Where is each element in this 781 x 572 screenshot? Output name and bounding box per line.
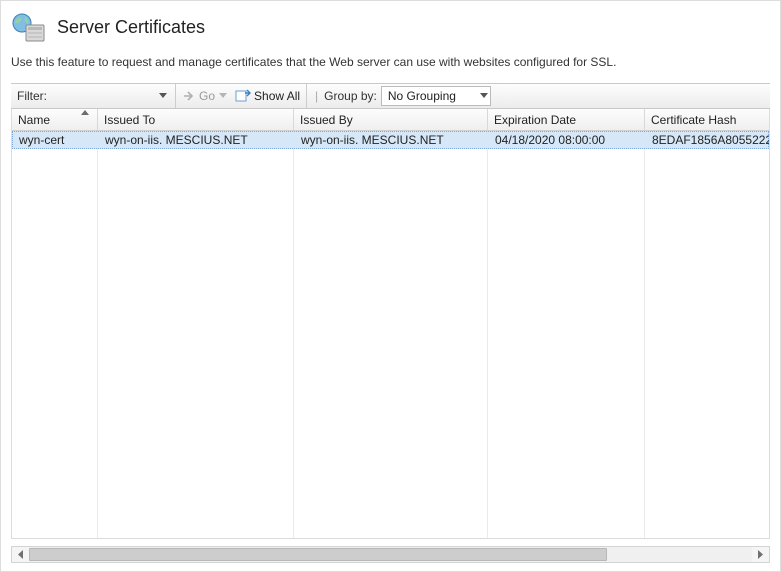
cell-name: wyn-cert bbox=[13, 133, 99, 147]
chevron-left-icon bbox=[17, 550, 24, 559]
chevron-right-icon bbox=[757, 550, 764, 559]
toolbar: Filter: Go Show All | Group by: bbox=[11, 83, 770, 109]
page-header: Server Certificates bbox=[1, 1, 780, 51]
filter-section: Filter: bbox=[11, 84, 176, 108]
go-button[interactable]: Go bbox=[182, 89, 215, 103]
groupby-value: No Grouping bbox=[388, 89, 456, 103]
col-header-expiration[interactable]: Expiration Date bbox=[488, 109, 645, 130]
server-certificate-icon bbox=[11, 9, 47, 45]
scroll-left-button[interactable] bbox=[12, 547, 29, 562]
chevron-down-icon bbox=[480, 93, 488, 99]
grid-header: Name Issued To Issued By Expiration Date… bbox=[12, 109, 769, 131]
filter-label: Filter: bbox=[17, 89, 47, 103]
col-header-issued-by[interactable]: Issued By bbox=[294, 109, 488, 130]
cell-issued-by: wyn-on-iis. MESCIUS.NET bbox=[295, 133, 489, 147]
chevron-down-icon bbox=[159, 93, 167, 99]
col-header-name[interactable]: Name bbox=[12, 109, 98, 130]
sort-asc-icon bbox=[81, 110, 89, 116]
scrollbar-thumb[interactable] bbox=[29, 548, 607, 561]
grid-column-backgrounds bbox=[12, 131, 770, 538]
cell-expiration: 04/18/2020 08:00:00 bbox=[489, 133, 646, 147]
groupby-section: | Group by: No Grouping bbox=[307, 84, 497, 108]
scrollbar-track[interactable] bbox=[29, 547, 752, 562]
groupby-select[interactable]: No Grouping bbox=[381, 86, 491, 106]
show-all-icon bbox=[235, 89, 251, 103]
toolbar-dropdown-arrow bbox=[219, 93, 227, 99]
page-title: Server Certificates bbox=[57, 17, 205, 38]
table-row[interactable]: wyn-cert wyn-on-iis. MESCIUS.NET wyn-on-… bbox=[12, 131, 769, 149]
scroll-right-button[interactable] bbox=[752, 547, 769, 562]
go-arrow-icon bbox=[182, 89, 196, 103]
col-header-issued-to[interactable]: Issued To bbox=[98, 109, 294, 130]
groupby-label: Group by: bbox=[324, 89, 377, 103]
go-section: Go bbox=[176, 84, 229, 108]
showall-section: Show All bbox=[229, 84, 307, 108]
grid-body: wyn-cert wyn-on-iis. MESCIUS.NET wyn-on-… bbox=[12, 131, 769, 538]
filter-input[interactable] bbox=[51, 87, 169, 105]
page-description: Use this feature to request and manage c… bbox=[1, 51, 780, 83]
cell-issued-to: wyn-on-iis. MESCIUS.NET bbox=[99, 133, 295, 147]
col-header-hash[interactable]: Certificate Hash bbox=[645, 109, 770, 130]
certificates-grid: Name Issued To Issued By Expiration Date… bbox=[11, 109, 770, 539]
show-all-button[interactable]: Show All bbox=[235, 89, 300, 103]
cell-hash: 8EDAF1856A8055222DE7F bbox=[646, 133, 770, 147]
horizontal-scrollbar[interactable] bbox=[11, 546, 770, 563]
